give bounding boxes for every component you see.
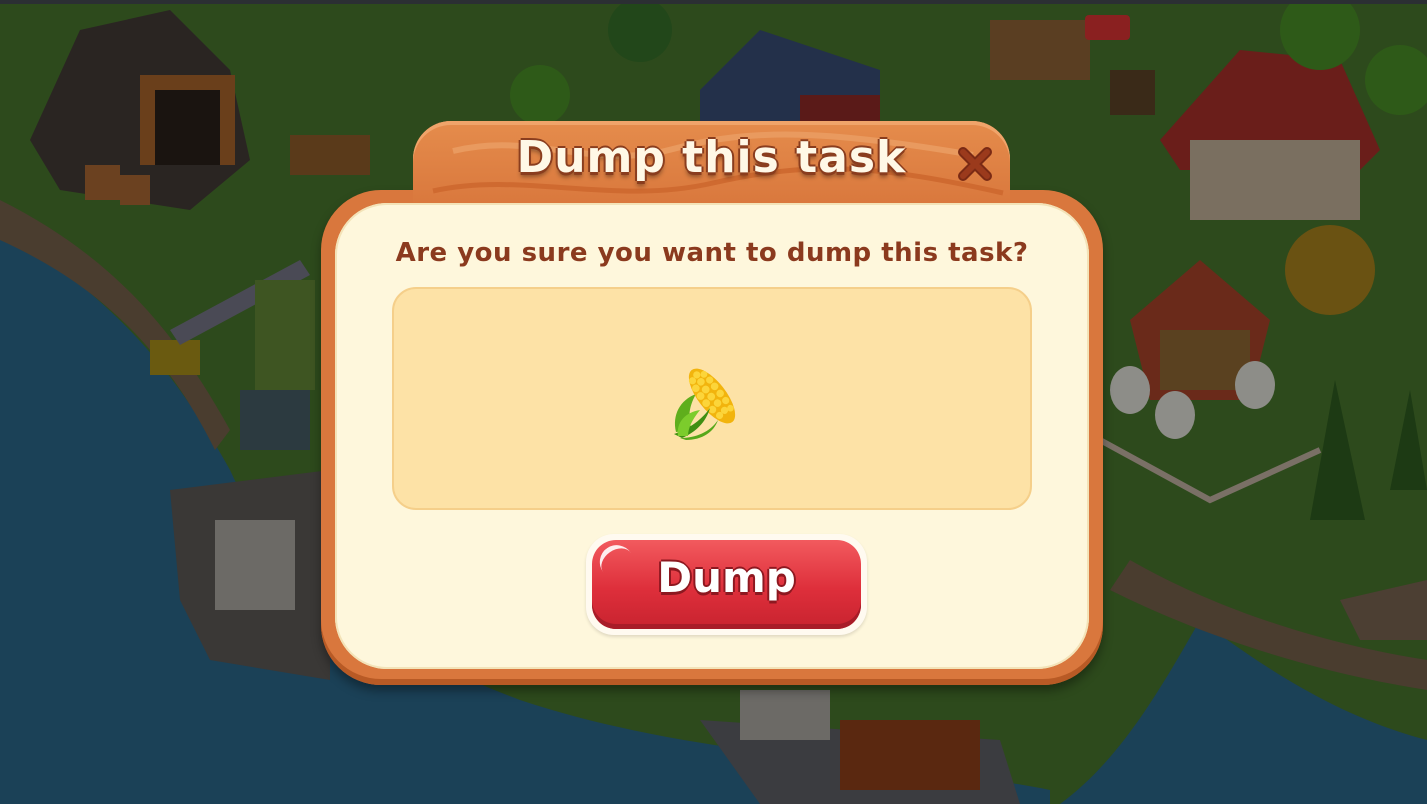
- close-icon: [958, 147, 992, 181]
- corn-icon: [674, 368, 736, 440]
- dialog-question: Are you sure you want to dump this task?: [395, 238, 1029, 268]
- close-button[interactable]: [953, 142, 997, 186]
- dump-button-label[interactable]: Dump: [592, 553, 861, 602]
- dialog-title: Dump this task: [516, 132, 907, 183]
